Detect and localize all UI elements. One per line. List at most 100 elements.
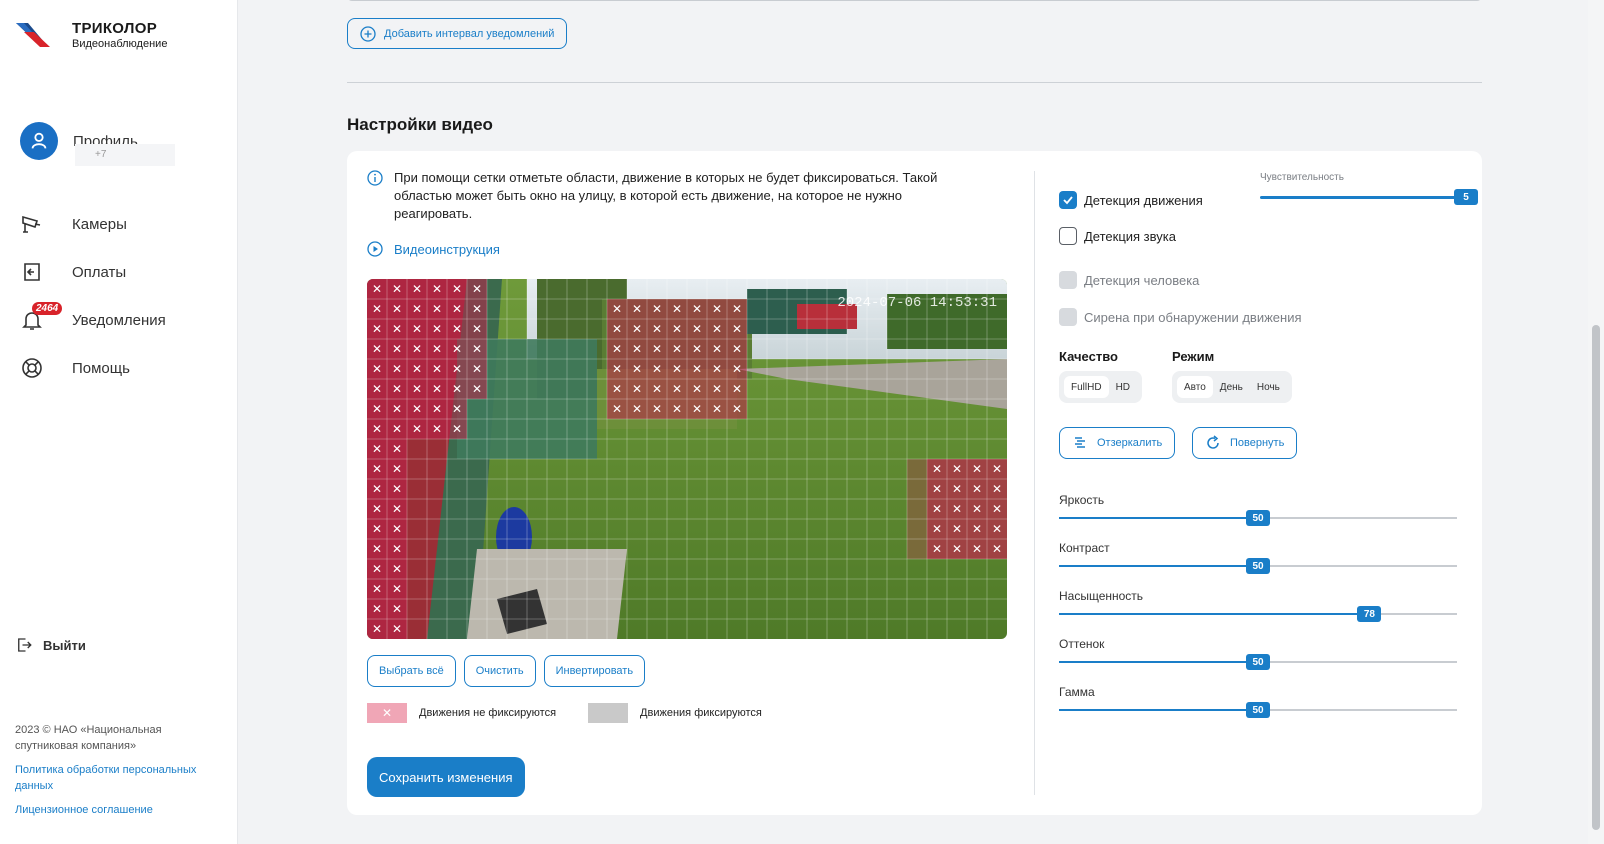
sensitivity-slider-thumb[interactable]: 5	[1454, 189, 1478, 205]
mask-cross-icon: ✕	[372, 482, 382, 496]
slider-label: Оттенок	[1059, 637, 1105, 651]
recorded-swatch	[588, 703, 629, 723]
mode-option-day[interactable]: День	[1213, 376, 1250, 398]
adjustment-slider[interactable]: 50	[1059, 654, 1457, 670]
mask-cross-icon: ✕	[632, 302, 642, 316]
mask-cross-icon: ✕	[432, 282, 442, 296]
add-interval-button[interactable]: Добавить интервал уведомлений	[347, 18, 568, 49]
slider-fill	[1059, 709, 1258, 711]
slider-thumb[interactable]: 50	[1246, 702, 1270, 718]
play-circle-icon	[367, 241, 383, 257]
mask-cross-icon: ✕	[372, 522, 382, 536]
slider-label: Контраст	[1059, 541, 1110, 555]
legend-recorded-label: Движения фиксируются	[640, 707, 762, 719]
camera-preview-grid[interactable]: ✕ ✕ ✕ ✕ ✕ ✕ ✕ ✕ ✕ ✕ ✕ ✕ ✕ ✕ ✕ ✕ ✕ ✕ ✕ ✕ ✕ ✕ ✕ ✕ ✕ ✕ ✕ ✕ ✕ ✕ ✕ ✕ ✕ ✕ ✕ ✕ ✕ ✕ ✕ ✕…	[367, 279, 1007, 639]
mask-cross-icon: ✕	[392, 382, 402, 396]
siren-checkbox: Сирена при обнаружении движения	[1059, 308, 1302, 326]
profile-link[interactable]: Профиль +7	[20, 122, 175, 166]
invert-button[interactable]: Инвертировать	[543, 655, 646, 687]
mask-cross-icon: ✕	[672, 322, 682, 336]
slider-thumb[interactable]: 50	[1246, 654, 1270, 670]
mask-cross-icon: ✕	[672, 382, 682, 396]
nav-item-help[interactable]: Помощь	[20, 344, 166, 392]
motion-mask-grid: ✕ ✕ ✕ ✕ ✕ ✕ ✕ ✕ ✕ ✕ ✕ ✕ ✕ ✕ ✕ ✕ ✕ ✕ ✕ ✕ ✕ ✕ ✕ ✕ ✕ ✕ ✕ ✕ ✕ ✕ ✕ ✕ ✕ ✕ ✕ ✕ ✕ ✕ ✕ ✕…	[367, 279, 1007, 639]
rotate-button[interactable]: Повернуть	[1192, 427, 1298, 459]
mask-cross-icon: ✕	[472, 362, 482, 376]
mask-cross-icon: ✕	[372, 442, 382, 456]
info-block: При помощи сетки отметьте области, движе…	[367, 169, 967, 223]
brand-logo[interactable]: ТРИКОЛОР Видеонаблюдение	[14, 20, 167, 51]
adjustment-slider[interactable]: 50	[1059, 558, 1457, 574]
checkbox-checked	[1059, 191, 1077, 209]
scrollbar-thumb[interactable]	[1592, 325, 1600, 830]
nav-item-notifications[interactable]: 2464 Уведомления	[20, 296, 166, 344]
mask-cross-icon: ✕	[952, 482, 962, 496]
mask-cross-icon: ✕	[372, 582, 382, 596]
mask-cross-icon: ✕	[392, 522, 402, 536]
mask-cross-icon: ✕	[452, 402, 462, 416]
nav-item-label: Оплаты	[72, 263, 127, 281]
video-instruction-link[interactable]: Видеоинструкция	[367, 241, 500, 257]
mask-cross-icon: ✕	[932, 482, 942, 496]
mask-cross-icon: ✕	[392, 342, 402, 356]
mask-cross-icon: ✕	[392, 562, 402, 576]
license-agreement-link[interactable]: Лицензионное соглашение	[15, 802, 215, 818]
mask-cross-icon: ✕	[692, 402, 702, 416]
mask-cross-icon: ✕	[952, 502, 962, 516]
mask-cross-icon: ✕	[992, 482, 1002, 496]
logout-label: Выйти	[43, 637, 86, 653]
motion-detection-checkbox[interactable]: Детекция движения	[1059, 191, 1203, 209]
mask-cross-icon: ✕	[392, 322, 402, 336]
mask-cross-icon: ✕	[672, 302, 682, 316]
mask-cross-icon: ✕	[432, 342, 442, 356]
mode-option-night[interactable]: Ночь	[1250, 376, 1287, 398]
mask-cross-icon: ✕	[392, 462, 402, 476]
mask-cross-icon: ✕	[632, 402, 642, 416]
slider-thumb[interactable]: 50	[1246, 558, 1270, 574]
sound-detection-checkbox[interactable]: Детекция звука	[1059, 227, 1176, 245]
rotate-icon	[1207, 435, 1219, 449]
clear-button[interactable]: Очистить	[463, 655, 536, 687]
nav-item-cameras[interactable]: Камеры	[20, 200, 166, 248]
mask-cross-icon: ✕	[372, 402, 382, 416]
mask-cross-icon: ✕	[712, 402, 722, 416]
user-icon	[31, 132, 47, 149]
mask-cross-icon: ✕	[972, 542, 982, 556]
quality-option-fullhd[interactable]: FullHD	[1064, 376, 1109, 398]
mask-cross-icon: ✕	[412, 302, 422, 316]
slider-fill	[1059, 661, 1258, 663]
privacy-policy-link[interactable]: Политика обработки персональных данных	[15, 762, 215, 794]
quality-option-hd[interactable]: HD	[1109, 376, 1137, 398]
video-settings-card: При помощи сетки отметьте области, движе…	[347, 151, 1482, 815]
profile-phone: +7	[75, 144, 175, 166]
nav-item-payments[interactable]: Оплаты	[20, 248, 166, 296]
sidebar: ТРИКОЛОР Видеонаблюдение Профиль +7 Каме…	[0, 0, 238, 844]
mask-cross-icon: ✕	[412, 422, 422, 436]
mask-cross-icon: ✕	[652, 362, 662, 376]
rotate-label: Повернуть	[1230, 437, 1285, 449]
sensitivity-slider[interactable]: 5	[1260, 189, 1478, 205]
mask-cross-icon: ✕	[392, 542, 402, 556]
slider-thumb[interactable]: 78	[1357, 606, 1382, 622]
mask-cross-icon: ✕	[992, 462, 1002, 476]
mirror-button[interactable]: Отзеркалить	[1059, 427, 1176, 459]
adjustment-slider[interactable]: 78	[1059, 606, 1457, 622]
slider-thumb[interactable]: 50	[1246, 510, 1270, 526]
mask-cross-icon: ✕	[632, 342, 642, 356]
adjustment-slider[interactable]: 50	[1059, 702, 1457, 718]
mask-cross-icon: ✕	[612, 402, 622, 416]
page-scrollbar[interactable]	[1588, 0, 1604, 844]
save-changes-button[interactable]: Сохранить изменения	[367, 757, 525, 797]
mask-cross-icon: ✕	[412, 402, 422, 416]
avatar	[20, 122, 58, 160]
select-all-button[interactable]: Выбрать всё	[367, 655, 456, 687]
mask-cross-icon: ✕	[372, 602, 382, 616]
mode-option-auto[interactable]: Авто	[1177, 376, 1213, 398]
copyright-text: 2023 © НАО «Национальная спутниковая ком…	[15, 724, 162, 752]
payment-icon	[24, 263, 40, 281]
mask-cross-icon: ✕	[372, 282, 382, 296]
mask-cross-icon: ✕	[612, 382, 622, 396]
mask-cross-icon: ✕	[392, 482, 402, 496]
adjustment-slider[interactable]: 50	[1059, 510, 1457, 526]
logout-button[interactable]: Выйти	[15, 636, 86, 654]
